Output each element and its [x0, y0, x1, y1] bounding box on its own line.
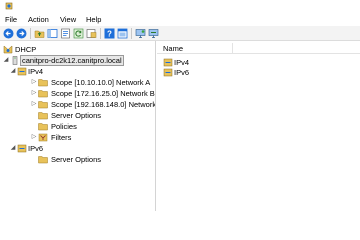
column-name-header[interactable]: Name [163, 44, 183, 53]
folder-icon [38, 156, 48, 164]
folder-icon [38, 112, 48, 120]
menu-help[interactable]: Help [86, 15, 101, 24]
collapse-arrow-icon[interactable]: ▷ [31, 89, 37, 98]
dhcp-app-icon [5, 2, 13, 10]
tree-node-scope[interactable]: ▷ Scope [10.10.10.0] Network A [0, 78, 155, 87]
tree-node-ipv6[interactable]: ◢ IPv6 [0, 144, 150, 153]
list-item[interactable]: IPv6 [163, 68, 283, 77]
tree-node-server-options[interactable]: Server Options [0, 155, 150, 164]
menu-action[interactable]: Action [28, 15, 49, 24]
dhcp-root-icon [3, 45, 13, 54]
folder-icon [38, 79, 48, 87]
ipv4-icon [17, 67, 27, 76]
filter-icon [38, 133, 48, 142]
tree-label: Filters [51, 133, 72, 142]
list-item-label: IPv4 [174, 58, 190, 67]
toolbar-separator [131, 28, 132, 39]
connect-icon[interactable] [148, 28, 159, 39]
collapse-arrow-icon[interactable]: ▷ [31, 78, 37, 87]
tree-label: IPv4 [28, 67, 44, 76]
tree-node-dhcp[interactable]: DHCP [0, 45, 150, 54]
console-tree[interactable]: DHCP ◢ canitpro-dc2k12.canitpro.local ◢ … [0, 41, 156, 211]
properties-icon[interactable] [60, 28, 71, 39]
monitor-icon[interactable] [135, 28, 146, 39]
tree-node-scope[interactable]: ▷ Scope [192.168.148.0] Network C [0, 100, 156, 109]
help-icon[interactable]: ? [104, 28, 115, 39]
menu-view[interactable]: View [60, 15, 76, 24]
expand-arrow-icon[interactable]: ◢ [3, 56, 9, 65]
forward-arrow-icon[interactable] [16, 28, 27, 39]
refresh-icon[interactable] [73, 28, 84, 39]
ipv4-icon [163, 58, 173, 67]
folder-icon [38, 123, 48, 131]
up-folder-icon[interactable] [34, 28, 45, 39]
expand-arrow-icon[interactable]: ◢ [10, 144, 16, 153]
menu-bar: File Action View Help [0, 12, 360, 26]
ipv6-icon [163, 68, 173, 77]
show-hide-tree-icon[interactable] [47, 28, 58, 39]
show-console-icon[interactable] [117, 28, 128, 39]
tree-label: canitpro-dc2k12.canitpro.local [20, 55, 124, 66]
tree-label: Server Options [51, 111, 102, 120]
tree-node-filters[interactable]: ▷ Filters [0, 133, 150, 142]
tree-node-policies[interactable]: Policies [0, 122, 150, 131]
server-icon [12, 56, 18, 65]
tree-label: Scope [10.10.10.0] Network A [51, 78, 151, 87]
list-item-label: IPv6 [174, 68, 190, 77]
folder-icon [38, 90, 48, 98]
toolbar-separator [30, 28, 31, 39]
title-bar [0, 0, 360, 12]
column-header: Name [157, 43, 360, 54]
toolbar-separator [100, 28, 101, 39]
collapse-arrow-icon[interactable]: ▷ [31, 133, 37, 142]
tree-node-server-options[interactable]: Server Options [0, 111, 150, 120]
column-divider[interactable] [232, 43, 233, 54]
folder-icon [38, 101, 48, 109]
expand-arrow-icon[interactable]: ◢ [10, 67, 16, 76]
collapse-arrow-icon[interactable]: ▷ [31, 100, 37, 109]
tree-label: Server Options [51, 155, 102, 164]
tree-node-server[interactable]: ◢ canitpro-dc2k12.canitpro.local [0, 55, 155, 66]
back-arrow-icon[interactable] [3, 28, 14, 39]
export-list-icon[interactable] [86, 28, 97, 39]
menu-file[interactable]: File [5, 15, 17, 24]
tree-label: DHCP [15, 45, 37, 54]
tree-node-ipv4[interactable]: ◢ IPv4 [0, 67, 150, 76]
tree-label: IPv6 [28, 144, 44, 153]
svg-text:?: ? [107, 30, 112, 39]
tree-label: Scope [172.16.25.0] Network B [51, 89, 155, 98]
details-list[interactable]: Name IPv4 IPv6 [157, 41, 360, 211]
ipv6-icon [17, 144, 27, 153]
tree-label: Scope [192.168.148.0] Network C [51, 100, 156, 109]
tree-label: Policies [51, 122, 77, 131]
tree-node-scope[interactable]: ▷ Scope [172.16.25.0] Network B [0, 89, 155, 98]
list-item[interactable]: IPv4 [163, 58, 283, 67]
toolbar: ? [0, 26, 360, 41]
